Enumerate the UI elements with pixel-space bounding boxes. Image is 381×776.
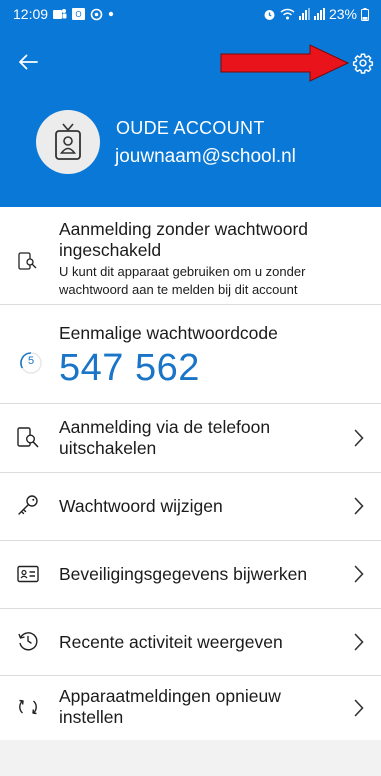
battery-icon bbox=[361, 7, 369, 21]
arrow-left-icon bbox=[19, 54, 38, 70]
settings-button[interactable] bbox=[349, 49, 377, 77]
teams-icon bbox=[53, 8, 67, 20]
passwordless-desc-line1: U kunt dit apparaat gebruiken om u zonde… bbox=[59, 264, 306, 279]
chevron-right-icon bbox=[351, 696, 367, 720]
status-bar: 12:09 O 23% bbox=[0, 0, 381, 30]
signal-icon bbox=[313, 8, 325, 20]
recent-activity-row[interactable]: Recente activiteit weergeven bbox=[0, 609, 381, 675]
key-icon bbox=[17, 494, 39, 516]
chevron-right-icon bbox=[351, 630, 367, 654]
account-email: jouwnaam@school.nl bbox=[115, 146, 296, 167]
red-arrow-annotation bbox=[220, 44, 350, 82]
circle-status-icon bbox=[90, 8, 103, 21]
passwordless-status: Aanmelding zonder wachtwoord ingeschakel… bbox=[0, 207, 381, 304]
account-header: 12:09 O 23% OUDE ACCOUNT jouwnaam@school… bbox=[0, 0, 381, 207]
reset-device-notifications-row[interactable]: Apparaatmeldingen opnieuw instellen bbox=[0, 676, 381, 740]
disable-phone-signin-line1: Aanmelding via de telefoon bbox=[59, 417, 271, 437]
update-security-info-label: Beveiligingsgegevens bijwerken bbox=[59, 564, 308, 584]
outlook-icon: O bbox=[72, 8, 86, 20]
alarm-icon bbox=[263, 8, 276, 21]
one-time-passcode: Eenmalige wachtwoordcode 5 547 562 bbox=[0, 305, 381, 402]
chevron-right-icon bbox=[351, 426, 367, 450]
reset-device-notifications-line1: Apparaatmeldingen opnieuw bbox=[59, 686, 281, 706]
chevron-right-icon bbox=[351, 562, 367, 586]
change-password-label: Wachtwoord wijzigen bbox=[59, 496, 223, 516]
update-security-info-row[interactable]: Beveiligingsgegevens bijwerken bbox=[0, 541, 381, 608]
reset-device-notifications-line2: instellen bbox=[59, 707, 124, 727]
gear-icon bbox=[352, 53, 374, 74]
passwordless-title-line1: Aanmelding zonder wachtwoord bbox=[59, 219, 309, 239]
authenticator-account-screen: 12:09 O 23% OUDE ACCOUNT jouwnaam@school… bbox=[0, 0, 381, 776]
otp-timer-value: 5 bbox=[27, 355, 35, 367]
account-name: OUDE ACCOUNT bbox=[116, 118, 265, 138]
battery-percentage: 23% bbox=[328, 6, 357, 22]
disable-phone-signin-row[interactable]: Aanmelding via de telefoon uitschakelen bbox=[0, 404, 381, 472]
back-button[interactable] bbox=[14, 48, 42, 76]
sync-icon bbox=[17, 696, 39, 718]
wifi-icon bbox=[280, 8, 295, 20]
passwordless-title-line2: ingeschakeld bbox=[59, 240, 162, 260]
history-icon bbox=[17, 630, 39, 652]
status-time: 12:09 bbox=[13, 6, 49, 22]
svg-text:O: O bbox=[75, 10, 81, 19]
otp-code: 547 562 bbox=[59, 347, 200, 389]
signal-icon bbox=[298, 8, 310, 20]
otp-timer: 5 bbox=[19, 351, 43, 375]
account-details: Aanmelding zonder wachtwoord ingeschakel… bbox=[0, 207, 381, 740]
passwordless-desc-line2: wachtwoord aan te melden bij dit account bbox=[59, 282, 298, 297]
phone-key-icon bbox=[16, 250, 38, 272]
change-password-row[interactable]: Wachtwoord wijzigen bbox=[0, 473, 381, 540]
chevron-right-icon bbox=[351, 494, 367, 518]
disable-phone-signin-line2: uitschakelen bbox=[59, 438, 157, 458]
recent-activity-label: Recente activiteit weergeven bbox=[59, 632, 283, 652]
bottom-empty-area bbox=[0, 740, 381, 776]
otp-label: Eenmalige wachtwoordcode bbox=[59, 323, 278, 343]
avatar bbox=[36, 110, 100, 174]
id-card-icon bbox=[17, 563, 39, 585]
dot-icon bbox=[108, 11, 114, 17]
phone-signin-icon bbox=[16, 426, 40, 450]
id-badge-icon bbox=[55, 123, 81, 160]
